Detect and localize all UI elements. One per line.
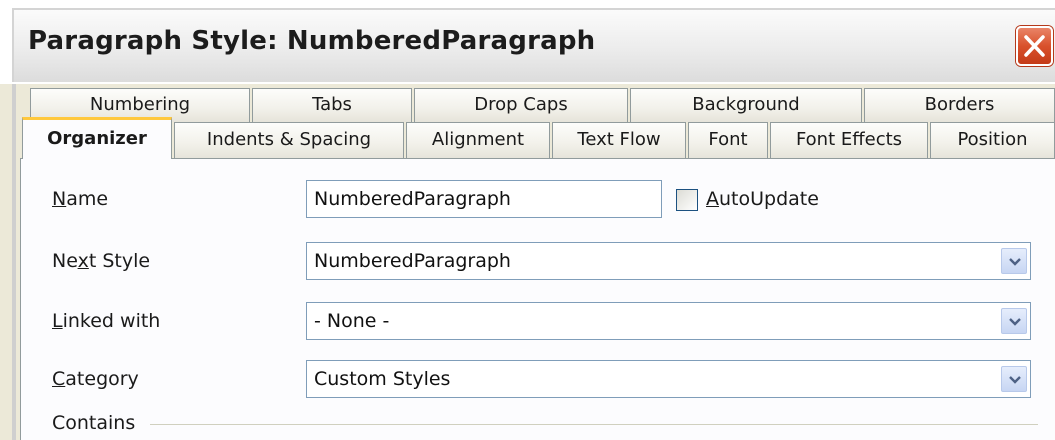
category-value: Custom Styles [314, 368, 451, 390]
tab-alignment[interactable]: Alignment [406, 122, 550, 158]
dialog-title: Paragraph Style: NumberedParagraph [28, 26, 596, 56]
chevron-down-icon [1009, 376, 1021, 384]
close-button[interactable] [1016, 26, 1053, 66]
autoupdate-label-text: utoUpdate [719, 188, 819, 210]
next-style-dropdown-button[interactable] [1001, 248, 1027, 274]
paragraph-style-dialog: Paragraph Style: NumberedParagraph Numbe… [0, 0, 1055, 440]
next-style-mnemonic: x [77, 250, 89, 272]
next-style-value: NumberedParagraph [314, 250, 511, 272]
next-style-label: Next Style [52, 250, 150, 272]
tab-font-effects[interactable]: Font Effects [770, 122, 928, 158]
contains-label: Contains [52, 412, 136, 434]
autoupdate-checkbox[interactable] [676, 189, 698, 211]
autoupdate-label[interactable]: AutoUpdate [706, 188, 819, 210]
contains-separator [150, 424, 1038, 425]
tab-indents-spacing[interactable]: Indents & Spacing [174, 122, 404, 158]
name-field-value: NumberedParagraph [314, 188, 511, 210]
tab-organizer[interactable]: Organizer [22, 117, 172, 159]
title-bar[interactable]: Paragraph Style: NumberedParagraph [0, 0, 1055, 84]
category-dropdown-button[interactable] [1001, 366, 1027, 392]
category-label: Category [52, 368, 139, 390]
linked-with-label-text: inked with [62, 310, 161, 332]
tab-tabs[interactable]: Tabs [252, 88, 412, 122]
next-style-select[interactable]: NumberedParagraph [306, 242, 1031, 280]
linked-with-value: - None - [314, 310, 390, 332]
autoupdate-mnemonic: A [706, 188, 719, 210]
chevron-down-icon [1009, 318, 1021, 326]
name-label: Name [52, 188, 108, 210]
linked-with-label: Linked with [52, 310, 160, 332]
linked-with-select[interactable]: - None - [306, 302, 1031, 340]
name-label-text: ame [66, 188, 109, 210]
category-label-text: ategory [65, 368, 139, 390]
category-mnemonic: C [52, 368, 66, 390]
tab-font[interactable]: Font [688, 122, 768, 158]
tab-drop-caps[interactable]: Drop Caps [414, 88, 628, 122]
linked-with-mnemonic: L [52, 310, 63, 332]
next-style-label-text: t Style [88, 250, 151, 272]
name-label-mnemonic: N [52, 188, 67, 210]
tab-borders[interactable]: Borders [864, 88, 1055, 122]
tab-position[interactable]: Position [930, 122, 1055, 158]
chevron-down-icon [1009, 258, 1021, 266]
close-icon [1024, 35, 1045, 57]
tab-background[interactable]: Background [630, 88, 862, 122]
next-style-label-pre: Ne [52, 250, 78, 272]
tab-text-flow[interactable]: Text Flow [552, 122, 686, 158]
category-select[interactable]: Custom Styles [306, 360, 1031, 398]
name-field[interactable]: NumberedParagraph [306, 180, 662, 218]
linked-with-dropdown-button[interactable] [1001, 308, 1027, 334]
